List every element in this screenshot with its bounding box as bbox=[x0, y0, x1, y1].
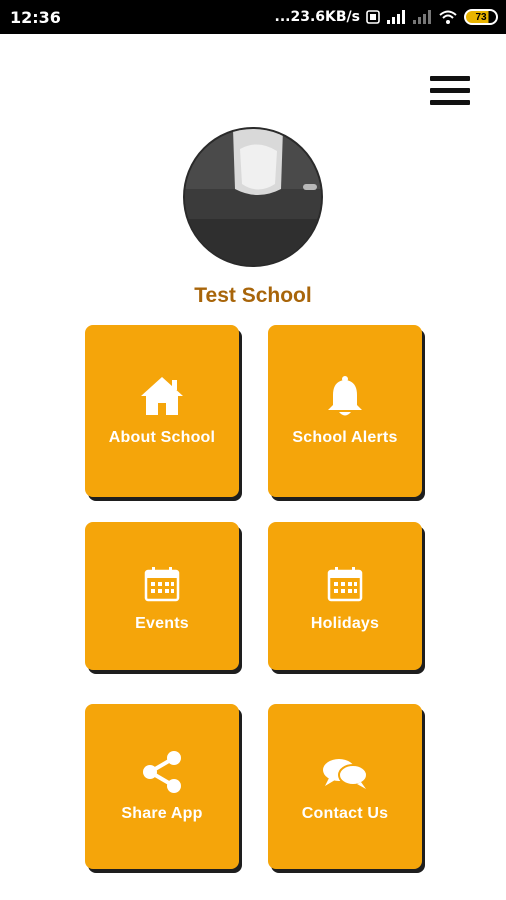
battery-icon: 73 bbox=[464, 9, 498, 25]
about-school-button[interactable]: About School bbox=[85, 325, 239, 497]
signal-icon bbox=[386, 9, 406, 25]
tile-label-holidays: Holidays bbox=[310, 615, 380, 632]
school-avatar bbox=[183, 127, 323, 267]
tile-label-about-school: About School bbox=[108, 429, 216, 446]
battery-level: 73 bbox=[475, 11, 487, 23]
tile-label-events: Events bbox=[135, 615, 189, 632]
school-name: Test School bbox=[194, 284, 312, 307]
calendar-icon bbox=[268, 566, 422, 602]
network-speed: ...23.6KB/s bbox=[274, 9, 360, 25]
chat-bubbles-icon bbox=[268, 758, 422, 790]
holidays-button[interactable]: Holidays bbox=[268, 522, 422, 670]
status-bar: 12:36 ...23.6KB/s 73 bbox=[0, 0, 506, 34]
tile-label-contact-us: Contact Us bbox=[301, 805, 389, 822]
tile-label-share-app: Share App bbox=[121, 805, 203, 822]
status-icons: ...23.6KB/s 73 bbox=[275, 6, 498, 28]
calendar-icon bbox=[85, 566, 239, 602]
home-icon bbox=[85, 375, 239, 417]
tile-label-school-alerts: School Alerts bbox=[292, 429, 398, 446]
hamburger-menu-icon[interactable] bbox=[428, 76, 472, 108]
school-photo bbox=[185, 129, 321, 265]
wifi-icon bbox=[438, 9, 458, 25]
share-app-button[interactable]: Share App bbox=[85, 704, 239, 869]
bell-icon bbox=[268, 375, 422, 419]
school-alerts-button[interactable]: School Alerts bbox=[268, 325, 422, 497]
status-time: 12:36 bbox=[10, 8, 61, 27]
events-button[interactable]: Events bbox=[85, 522, 239, 670]
contact-us-button[interactable]: Contact Us bbox=[268, 704, 422, 869]
share-icon bbox=[85, 750, 239, 794]
signal-icon-secondary bbox=[412, 9, 432, 25]
notification-icon bbox=[366, 10, 380, 24]
